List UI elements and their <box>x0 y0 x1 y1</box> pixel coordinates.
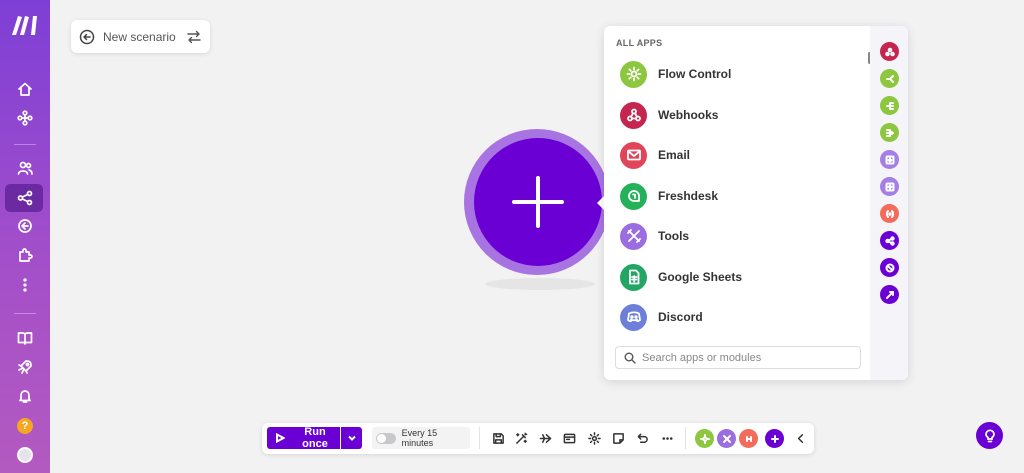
search-icon <box>624 352 636 364</box>
schedule-toggle[interactable] <box>376 432 396 444</box>
user-avatar <box>17 447 33 463</box>
app-label: Discord <box>658 310 703 324</box>
scenario-toolbar: Run once Every 15 minutes <box>262 423 814 454</box>
chevron-down-icon <box>347 435 356 441</box>
notes-icon[interactable] <box>561 430 577 446</box>
save-icon[interactable] <box>490 430 506 446</box>
puzzle-icon[interactable] <box>13 243 37 267</box>
more-icon[interactable] <box>659 430 675 446</box>
app-label: Google Sheets <box>658 270 743 284</box>
hint-button[interactable] <box>976 422 1003 449</box>
globe-icon[interactable] <box>880 258 899 277</box>
sidebar: ? <box>0 0 50 473</box>
app-category-rail <box>870 26 908 380</box>
scenario-header: New scenario <box>71 20 210 53</box>
upload-icon[interactable] <box>880 177 899 196</box>
app-label: Flow Control <box>658 67 732 81</box>
app-item-freshdesk[interactable]: Freshdesk <box>620 181 718 211</box>
back-arrow-icon[interactable] <box>79 29 95 45</box>
plus-shadow <box>485 278 595 290</box>
app-label: Email <box>658 148 691 162</box>
home-icon[interactable] <box>13 77 37 101</box>
tools-icon[interactable] <box>717 429 736 448</box>
lightbulb-icon <box>984 428 995 442</box>
app-label: Webhooks <box>658 108 719 122</box>
schedule-label: Every 15 minutes <box>401 428 438 448</box>
gear-icon[interactable] <box>695 429 714 448</box>
plus-icon <box>512 176 564 228</box>
toolbar-divider <box>685 427 686 449</box>
search-box[interactable] <box>615 346 861 369</box>
undo-icon[interactable] <box>634 430 650 446</box>
gear-icon <box>620 60 647 88</box>
chevron-left-icon[interactable] <box>792 430 808 446</box>
apps-panel: ALL APPS Flow Control Webhooks Email Fre… <box>604 26 908 380</box>
plane-icon[interactable] <box>537 430 553 446</box>
help-label: ? <box>17 418 33 434</box>
router-icon[interactable] <box>880 69 899 88</box>
more-icon[interactable] <box>13 273 37 297</box>
run-once-button[interactable]: Run once <box>267 426 340 450</box>
toolbar-divider <box>479 427 480 449</box>
help-icon[interactable]: ? <box>13 414 37 438</box>
share-icon[interactable] <box>880 231 899 250</box>
run-once-label: Run once <box>302 426 328 450</box>
app-label: Tools <box>658 229 690 243</box>
schedule-toggle-group[interactable]: Every 15 minutes <box>372 427 470 449</box>
webhook-icon <box>620 101 647 129</box>
app-item-tools[interactable]: Tools <box>620 221 689 251</box>
discord-icon <box>620 303 647 331</box>
sheets-icon <box>620 263 647 291</box>
apps-panel-title: ALL APPS <box>616 38 663 48</box>
add-module-small-button[interactable] <box>765 429 784 448</box>
connections-icon[interactable] <box>13 214 37 238</box>
freshdesk-icon <box>620 182 647 210</box>
search-input[interactable] <box>642 351 852 364</box>
iterator-icon[interactable] <box>880 96 899 115</box>
avatar[interactable] <box>13 443 37 467</box>
magic-wand-icon[interactable] <box>513 430 529 446</box>
docs-icon[interactable] <box>13 326 37 350</box>
team-icon[interactable] <box>13 156 37 180</box>
tools-icon <box>620 222 647 250</box>
sidebar-divider <box>14 313 36 314</box>
download-icon[interactable] <box>880 150 899 169</box>
make-logo-icon[interactable] <box>11 14 39 36</box>
link-icon[interactable] <box>880 285 899 304</box>
scenario-name[interactable]: New scenario <box>103 30 186 44</box>
play-icon <box>275 433 285 443</box>
app-label: Freshdesk <box>658 189 719 203</box>
swap-icon[interactable] <box>186 29 202 45</box>
bell-icon[interactable] <box>13 384 37 408</box>
run-options-button[interactable] <box>341 427 362 449</box>
rocket-icon[interactable] <box>13 355 37 379</box>
variable-icon[interactable] <box>880 204 899 223</box>
settings-icon[interactable] <box>586 430 602 446</box>
mail-icon <box>620 141 647 169</box>
app-item-email[interactable]: Email <box>620 140 690 170</box>
sidebar-divider <box>14 144 36 145</box>
app-item-google-sheets[interactable]: Google Sheets <box>620 262 742 292</box>
aggregator-icon[interactable] <box>880 123 899 142</box>
app-item-webhooks[interactable]: Webhooks <box>620 100 718 130</box>
modules-icon[interactable] <box>13 106 37 130</box>
app-item-discord[interactable]: Discord <box>620 302 703 332</box>
add-module-button[interactable] <box>474 138 602 266</box>
sticky-note-icon[interactable] <box>610 430 626 446</box>
text-icon[interactable] <box>739 429 758 448</box>
app-item-flow-control[interactable]: Flow Control <box>620 59 731 89</box>
scenarios-icon[interactable] <box>13 186 37 210</box>
webhook-icon[interactable] <box>880 42 899 61</box>
